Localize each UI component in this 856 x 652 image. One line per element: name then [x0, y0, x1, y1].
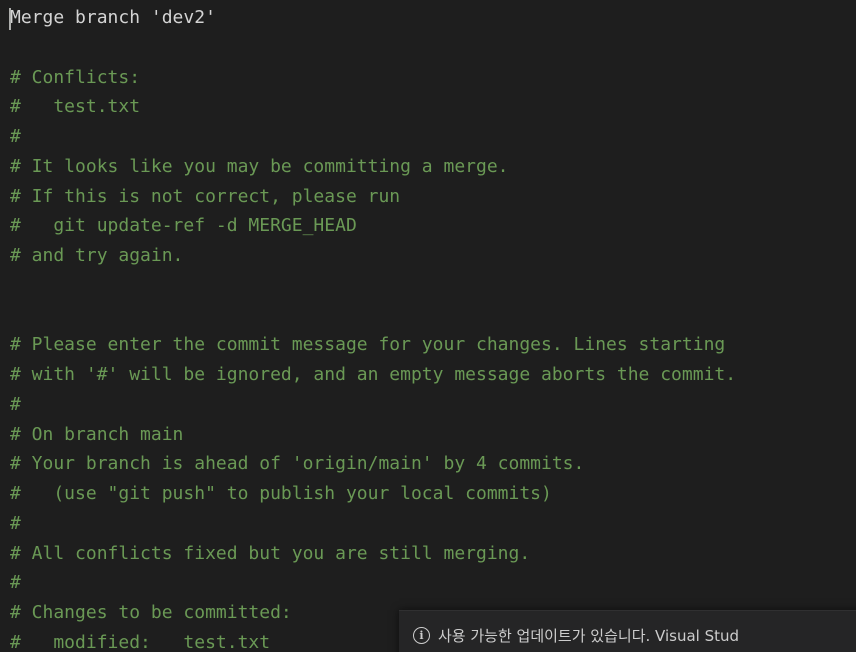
- notification-message: 사용 가능한 업데이트가 있습니다. Visual Stud: [438, 627, 740, 645]
- message-line[interactable]: [10, 33, 736, 63]
- comment-line[interactable]: # (use "git push" to publish your local …: [10, 479, 736, 509]
- editor-lines[interactable]: Merge branch 'dev2' # Conflicts: # test.tx…: [10, 3, 736, 652]
- comment-line[interactable]: #: [10, 390, 736, 420]
- message-line[interactable]: [10, 301, 736, 331]
- comment-line[interactable]: # If this is not correct, please run: [10, 182, 736, 212]
- info-icon: i: [413, 627, 430, 644]
- comment-line[interactable]: # test.txt: [10, 92, 736, 122]
- message-line[interactable]: Merge branch 'dev2': [10, 3, 736, 33]
- comment-line[interactable]: # git update-ref -d MERGE_HEAD: [10, 211, 736, 241]
- comment-line[interactable]: #: [10, 509, 736, 539]
- comment-line[interactable]: # On branch main: [10, 420, 736, 450]
- comment-line[interactable]: # and try again.: [10, 241, 736, 271]
- comment-line[interactable]: # All conflicts fixed but you are still …: [10, 539, 736, 569]
- comment-line[interactable]: # It looks like you may be committing a …: [10, 152, 736, 182]
- comment-line[interactable]: #: [10, 122, 736, 152]
- comment-line[interactable]: # Please enter the commit message for yo…: [10, 330, 736, 360]
- text-cursor: [9, 8, 11, 30]
- comment-line[interactable]: # Conflicts:: [10, 63, 736, 93]
- update-notification-toast[interactable]: i 사용 가능한 업데이트가 있습니다. Visual Stud: [399, 610, 856, 652]
- comment-line[interactable]: # with '#' will be ignored, and an empty…: [10, 360, 736, 390]
- comment-line[interactable]: #: [10, 568, 736, 598]
- comment-line[interactable]: # Your branch is ahead of 'origin/main' …: [10, 449, 736, 479]
- commit-message-editor[interactable]: Merge branch 'dev2' # Conflicts: # test.tx…: [0, 0, 856, 652]
- message-line[interactable]: [10, 271, 736, 301]
